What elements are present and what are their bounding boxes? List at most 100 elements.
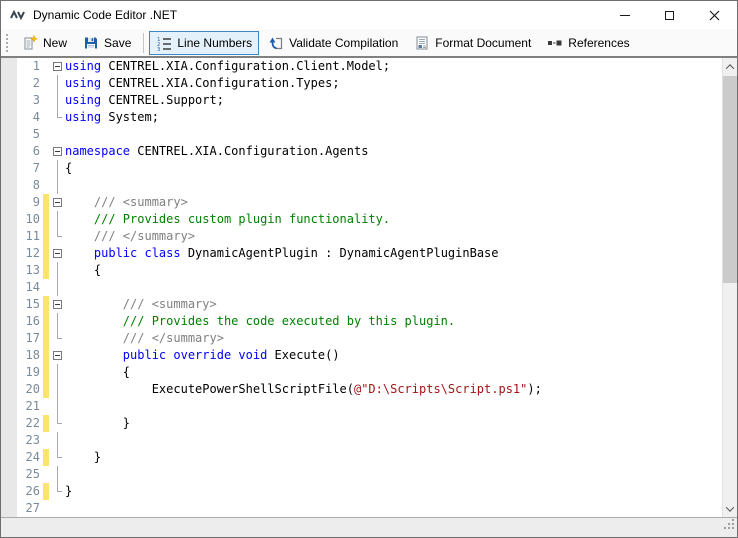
- code-text[interactable]: {: [65, 364, 130, 381]
- change-bar: [43, 177, 49, 194]
- change-bar: [43, 415, 49, 432]
- code-line[interactable]: 11 /// </summary>: [17, 228, 722, 245]
- code-line[interactable]: 3using CENTREL.Support;: [17, 92, 722, 109]
- toolbar-grip[interactable]: [6, 34, 9, 52]
- scroll-down-button[interactable]: [723, 500, 737, 517]
- change-bar: [43, 143, 49, 160]
- code-line[interactable]: 10 /// Provides custom plugin functional…: [17, 211, 722, 228]
- code-editor[interactable]: 1using CENTREL.XIA.Configuration.Client.…: [1, 57, 737, 517]
- line-numbers-button[interactable]: 1 2 3 Line Numbers: [149, 31, 259, 55]
- code-line[interactable]: 18 public override void Execute(): [17, 347, 722, 364]
- vertical-scrollbar[interactable]: [722, 58, 737, 517]
- line-numbers-button-label: Line Numbers: [177, 36, 252, 50]
- save-button[interactable]: Save: [76, 31, 138, 55]
- code-text[interactable]: /// <summary>: [65, 296, 217, 313]
- code-line[interactable]: 22 }: [17, 415, 722, 432]
- fold-toggle-icon[interactable]: [53, 249, 62, 258]
- close-button[interactable]: [692, 1, 737, 29]
- code-line[interactable]: 24 }: [17, 449, 722, 466]
- minimize-button[interactable]: [602, 1, 647, 29]
- fold-line: [57, 75, 58, 92]
- change-bar: [43, 398, 49, 415]
- code-line[interactable]: 16 /// Provides the code executed by thi…: [17, 313, 722, 330]
- code-line[interactable]: 25: [17, 466, 722, 483]
- code-line[interactable]: 21: [17, 398, 722, 415]
- code-text[interactable]: using CENTREL.Support;: [65, 92, 224, 109]
- scroll-up-button[interactable]: [723, 58, 737, 75]
- maximize-button[interactable]: [647, 1, 692, 29]
- line-number: 22: [17, 415, 43, 432]
- code-text[interactable]: /// Provides the code executed by this p…: [65, 313, 455, 330]
- fold-margin: [51, 364, 65, 381]
- code-line[interactable]: 8: [17, 177, 722, 194]
- change-bar: [43, 279, 49, 296]
- code-line[interactable]: 20 ExecutePowerShellScriptFile(@"D:\Scri…: [17, 381, 722, 398]
- code-line[interactable]: 6namespace CENTREL.XIA.Configuration.Age…: [17, 143, 722, 160]
- new-button[interactable]: New: [15, 31, 74, 55]
- code-line[interactable]: 1using CENTREL.XIA.Configuration.Client.…: [17, 58, 722, 75]
- code-text[interactable]: ExecutePowerShellScriptFile(@"D:\Scripts…: [65, 381, 542, 398]
- change-bar: [43, 75, 49, 92]
- code-token: {: [65, 365, 130, 379]
- code-line[interactable]: 27: [17, 500, 722, 517]
- fold-toggle-icon[interactable]: [53, 62, 62, 71]
- toolbar-separator: [143, 33, 144, 53]
- code-line[interactable]: 26}: [17, 483, 722, 500]
- code-text[interactable]: }: [65, 415, 130, 432]
- code-line[interactable]: 5: [17, 126, 722, 143]
- fold-margin: [51, 432, 65, 449]
- code-line[interactable]: 4using System;: [17, 109, 722, 126]
- code-text[interactable]: using CENTREL.XIA.Configuration.Client.M…: [65, 58, 390, 75]
- format-document-button[interactable]: Format Document: [407, 31, 538, 55]
- code-text[interactable]: /// <summary>: [65, 194, 188, 211]
- maximize-icon: [665, 11, 674, 20]
- references-button-label: References: [568, 36, 629, 50]
- code-text[interactable]: /// </summary>: [65, 330, 224, 347]
- code-line[interactable]: 7{: [17, 160, 722, 177]
- code-token: using: [65, 110, 101, 124]
- code-token: /// </summary>: [65, 229, 195, 243]
- code-text[interactable]: /// Provides custom plugin functionality…: [65, 211, 390, 228]
- fold-margin: [51, 330, 65, 347]
- code-text[interactable]: public override void Execute(): [65, 347, 340, 364]
- code-line[interactable]: 12 public class DynamicAgentPlugin : Dyn…: [17, 245, 722, 262]
- fold-toggle-icon[interactable]: [53, 351, 62, 360]
- code-text[interactable]: }: [65, 449, 101, 466]
- fold-margin: [51, 398, 65, 415]
- fold-end-line: [57, 330, 62, 339]
- code-line[interactable]: 15 /// <summary>: [17, 296, 722, 313]
- code-line[interactable]: 13 {: [17, 262, 722, 279]
- code-text[interactable]: }: [65, 483, 72, 500]
- code-line[interactable]: 23: [17, 432, 722, 449]
- fold-margin: [51, 228, 65, 245]
- code-text[interactable]: /// </summary>: [65, 228, 195, 245]
- code-line[interactable]: 2using CENTREL.XIA.Configuration.Types;: [17, 75, 722, 92]
- resize-grip-icon[interactable]: [723, 517, 735, 535]
- horizontal-scrollbar[interactable]: [1, 517, 737, 537]
- code-text[interactable]: using CENTREL.XIA.Configuration.Types;: [65, 75, 340, 92]
- code-token: DynamicAgentPlugin : DynamicAgentPluginB…: [181, 246, 499, 260]
- fold-toggle-icon[interactable]: [53, 300, 62, 309]
- code-lines: 1using CENTREL.XIA.Configuration.Client.…: [17, 58, 722, 517]
- code-text[interactable]: {: [65, 160, 72, 177]
- references-button[interactable]: References: [540, 31, 636, 55]
- code-text[interactable]: using System;: [65, 109, 159, 126]
- line-number: 11: [17, 228, 43, 245]
- minimize-icon: [620, 15, 630, 16]
- fold-line: [57, 432, 58, 449]
- validate-compilation-button[interactable]: Validate Compilation: [261, 31, 405, 55]
- change-bar: [43, 262, 49, 279]
- vertical-scrollbar-thumb[interactable]: [723, 76, 737, 283]
- fold-toggle-icon[interactable]: [53, 147, 62, 156]
- code-line[interactable]: 9 /// <summary>: [17, 194, 722, 211]
- fold-toggle-icon[interactable]: [53, 198, 62, 207]
- code-text[interactable]: {: [65, 262, 101, 279]
- code-text[interactable]: namespace CENTREL.XIA.Configuration.Agen…: [65, 143, 368, 160]
- code-line[interactable]: 17 /// </summary>: [17, 330, 722, 347]
- line-number: 9: [17, 194, 43, 211]
- save-icon: [83, 35, 99, 51]
- code-line[interactable]: 19 {: [17, 364, 722, 381]
- code-text[interactable]: public class DynamicAgentPlugin : Dynami…: [65, 245, 499, 262]
- fold-line: [57, 466, 58, 483]
- code-line[interactable]: 14: [17, 279, 722, 296]
